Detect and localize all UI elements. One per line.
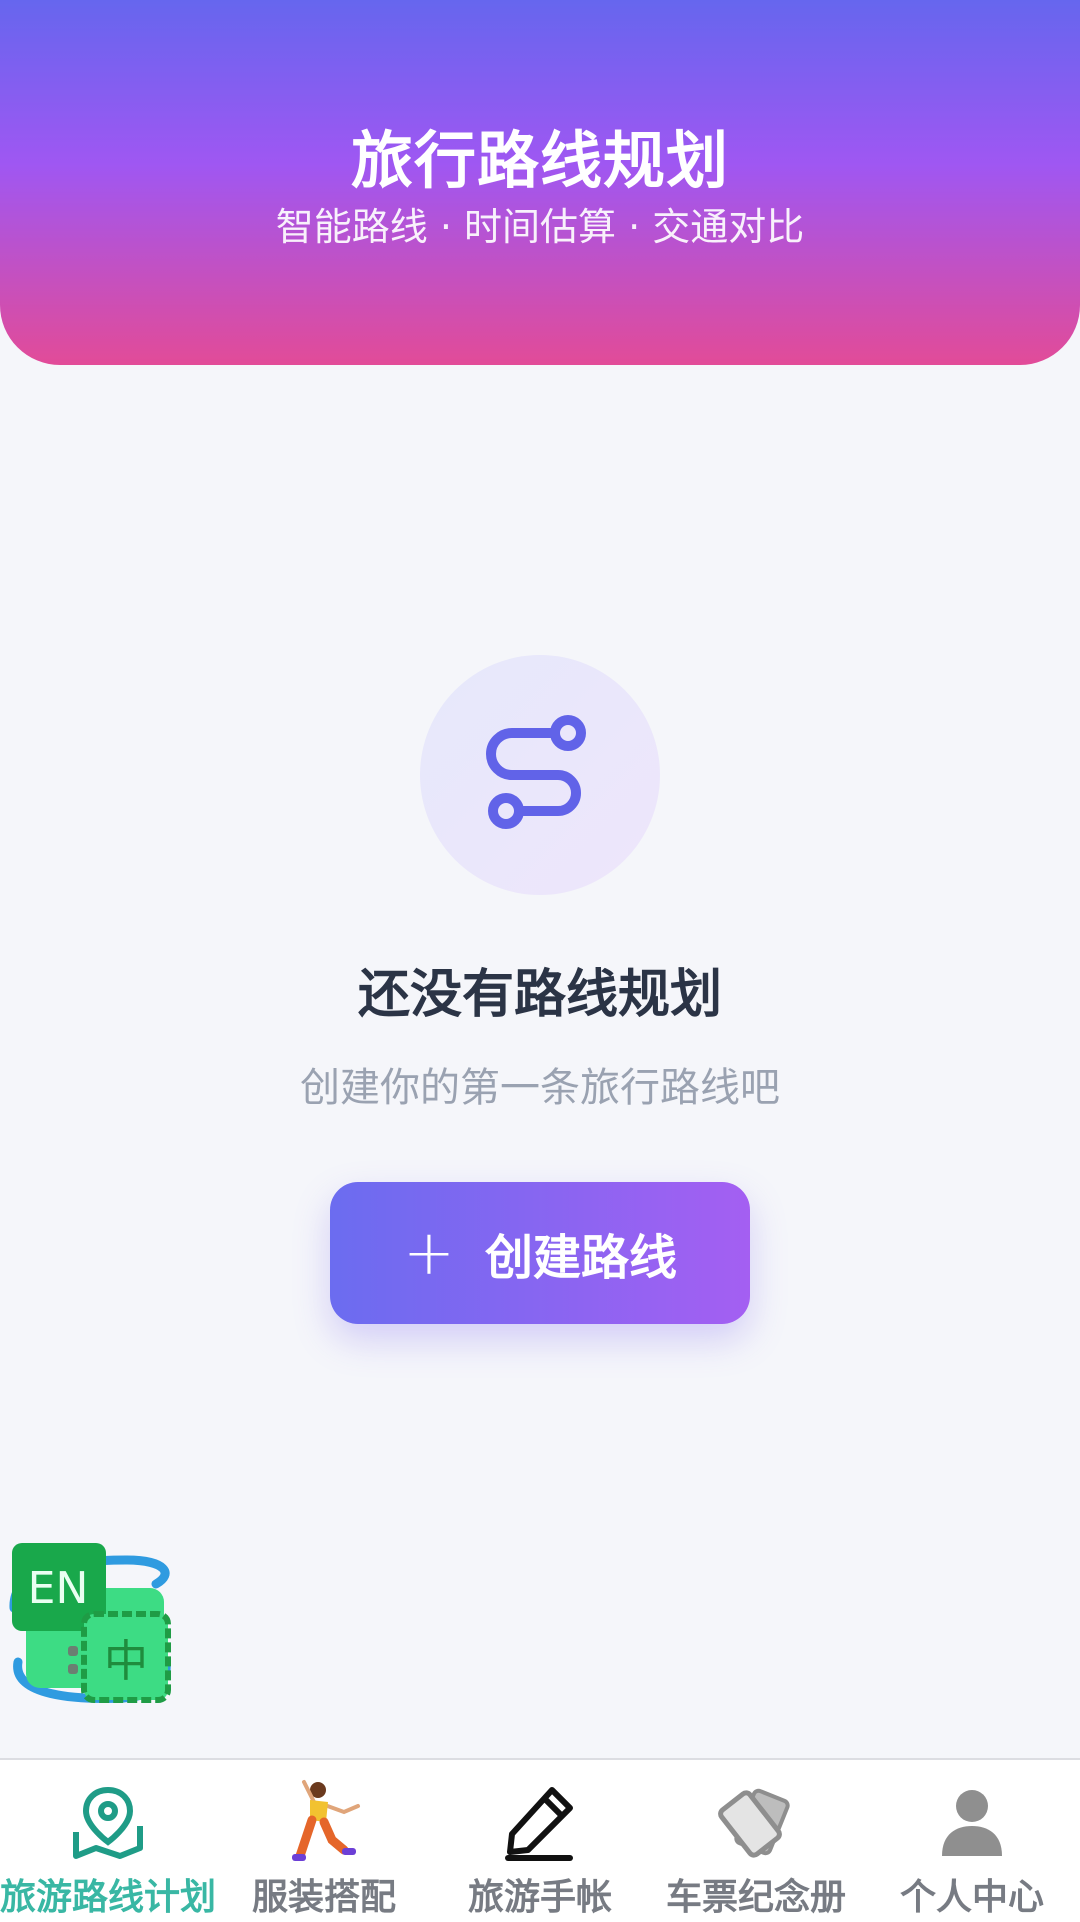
tab-outfit[interactable]: 服装搭配 — [216, 1760, 432, 1922]
tab-label: 旅游手帐 — [467, 1877, 612, 1918]
tab-ticket-album[interactable]: 车票纪念册 — [648, 1760, 864, 1922]
plus-icon: + — [403, 1216, 455, 1289]
language-toggle-button[interactable]: EN 中 — [6, 1540, 174, 1712]
tab-profile[interactable]: 个人中心 — [864, 1760, 1080, 1922]
tab-route-plan[interactable]: 旅游路线计划 — [0, 1760, 216, 1922]
route-icon — [486, 715, 586, 829]
create-route-label: 创建路线 — [484, 1230, 677, 1286]
tab-label: 服装搭配 — [251, 1877, 396, 1918]
lang-zh-label: 中 — [104, 1636, 148, 1687]
bottom-tab-bar: 旅游路线计划 服装搭配 旅游手帐 车票纪念册 个人中心 — [0, 1758, 1080, 1922]
dancer-icon — [216, 1776, 432, 1868]
create-route-button[interactable]: + 创建路线 — [330, 1182, 750, 1324]
ticket-cards-icon — [648, 1776, 864, 1868]
lang-en-label: EN — [28, 1563, 89, 1614]
page-subtitle: 智能路线 · 时间估算 · 交通对比 — [275, 205, 805, 249]
empty-state-icon-container — [420, 655, 660, 895]
tab-label: 旅游路线计划 — [0, 1877, 217, 1918]
empty-state-description: 创建你的第一条旅行路线吧 — [300, 1065, 780, 1111]
tab-label: 车票纪念册 — [665, 1877, 846, 1918]
page-title: 旅行路线规划 — [350, 124, 729, 197]
empty-state-title: 还没有路线规划 — [357, 965, 722, 1025]
user-icon — [864, 1776, 1080, 1868]
pencil-icon — [432, 1776, 648, 1868]
tab-label: 个人中心 — [899, 1877, 1044, 1918]
header: 旅行路线规划 智能路线 · 时间估算 · 交通对比 — [0, 0, 1080, 365]
tab-travel-journal[interactable]: 旅游手帐 — [432, 1760, 648, 1922]
map-pin-icon — [0, 1776, 216, 1868]
